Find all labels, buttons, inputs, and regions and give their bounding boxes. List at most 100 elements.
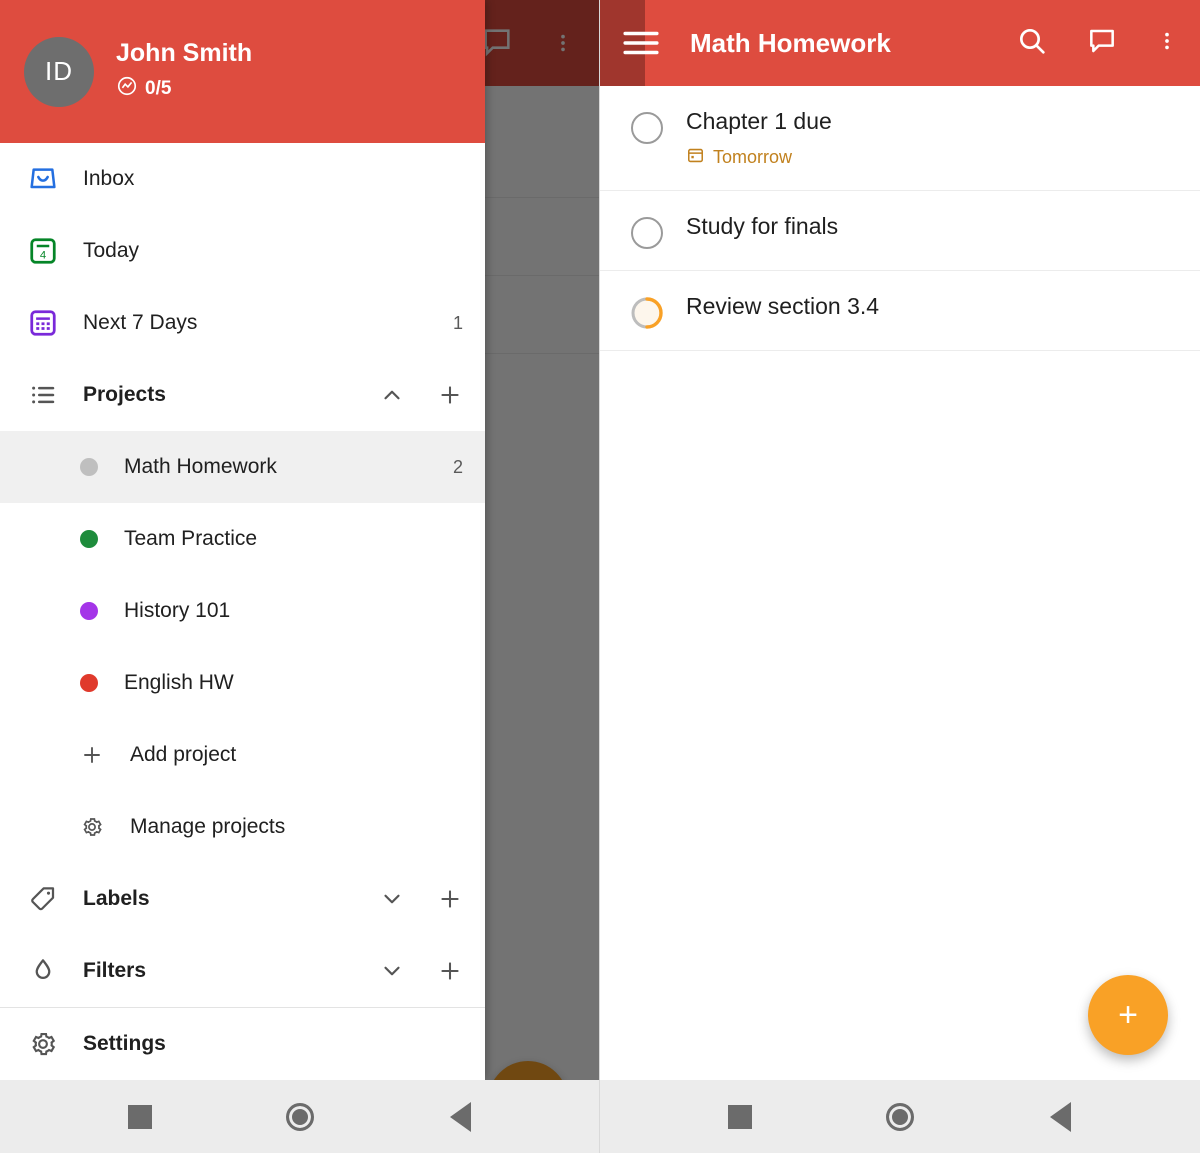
sidebar-item-inbox[interactable]: Inbox — [0, 143, 485, 215]
project-color-dot — [80, 530, 98, 548]
list-icon — [26, 378, 60, 412]
gear-icon — [80, 815, 104, 839]
project-color-dot — [80, 674, 98, 692]
task-checkbox[interactable] — [630, 111, 664, 145]
sidebar-item-settings[interactable]: Settings — [0, 1008, 485, 1080]
sidebar-section-labels[interactable]: Labels — [0, 863, 485, 935]
task-list: Chapter 1 due Tomorrow Study for finals … — [600, 86, 1200, 351]
sidebar-project-history-101[interactable]: History 101 — [0, 575, 485, 647]
inbox-icon — [26, 162, 60, 196]
android-navbar-right — [600, 1080, 1200, 1153]
back-button[interactable] — [980, 1101, 1140, 1132]
plus-icon — [80, 743, 104, 767]
recents-button[interactable] — [660, 1104, 820, 1129]
chevron-down-icon[interactable] — [379, 958, 405, 984]
karma-value: 0/5 — [145, 77, 172, 99]
search-icon[interactable] — [1016, 25, 1048, 62]
sidebar-project-english-hw[interactable]: English HW — [0, 647, 485, 719]
sidebar-item-label: Settings — [83, 1032, 166, 1055]
triangle-back-icon — [449, 1101, 471, 1132]
comment-icon[interactable] — [1086, 25, 1118, 62]
user-name: John Smith — [116, 39, 253, 68]
screen-divider — [599, 0, 600, 1153]
drawer-header[interactable]: ID John Smith 0/5 — [0, 0, 485, 143]
task-body: Review section 3.4 — [686, 293, 1200, 321]
task-due-label: Tomorrow — [713, 147, 793, 168]
task-row[interactable]: Study for finals — [600, 191, 1200, 271]
square-recents-icon — [128, 1104, 152, 1129]
project-color-dot — [80, 602, 98, 620]
task-title: Chapter 1 due — [686, 108, 832, 134]
sidebar-section-label: Projects — [83, 383, 166, 406]
appbar-actions — [1016, 25, 1178, 62]
task-due[interactable]: Tomorrow — [686, 146, 1200, 170]
gear-icon — [26, 1027, 60, 1061]
karma-row[interactable]: 0/5 — [116, 75, 252, 103]
sidebar-section-label: Filters — [83, 959, 147, 982]
sidebar-item-today[interactable]: 4 Today — [0, 215, 485, 287]
droplet-icon — [26, 954, 60, 988]
next7days-calendar-icon — [26, 306, 60, 340]
add-filter-plus-icon[interactable] — [437, 958, 463, 984]
sidebar-item-label: Today — [83, 239, 140, 262]
project-label: Math Homework — [124, 455, 277, 478]
add-label-plus-icon[interactable] — [437, 886, 463, 912]
filters-section-actions — [379, 958, 463, 984]
right-screen: Math Homework Chapter 1 due Tomorrow Stu… — [600, 0, 1200, 1153]
circle-home-icon — [886, 1102, 914, 1131]
sidebar-section-projects[interactable]: Projects — [0, 359, 485, 431]
home-button[interactable] — [820, 1102, 980, 1131]
more-vertical-icon[interactable] — [1156, 25, 1178, 62]
task-checkbox[interactable] — [630, 216, 664, 250]
labels-section-actions — [379, 886, 463, 912]
add-project-plus-icon[interactable] — [437, 382, 463, 408]
sidebar-item-label: Inbox — [83, 167, 135, 190]
sidebar-project-team-practice[interactable]: Team Practice — [0, 503, 485, 575]
avatar-initials: ID — [45, 56, 73, 86]
recents-button[interactable] — [60, 1104, 220, 1129]
add-project-button[interactable]: Add project — [0, 719, 485, 791]
home-button[interactable] — [220, 1102, 380, 1131]
sidebar-item-next-7-days[interactable]: Next 7 Days 1 — [0, 287, 485, 359]
task-row[interactable]: Chapter 1 due Tomorrow — [600, 86, 1200, 191]
tag-icon — [26, 882, 60, 916]
calendar-small-icon — [686, 146, 705, 170]
triangle-back-icon — [1049, 1101, 1071, 1132]
chevron-up-icon[interactable] — [379, 382, 405, 408]
add-project-label: Add project — [130, 743, 237, 766]
app-bar: Math Homework — [600, 0, 1200, 86]
sidebar-section-filters[interactable]: Filters — [0, 935, 485, 1007]
today-calendar-icon: 4 — [26, 234, 60, 268]
user-block: John Smith 0/5 — [116, 40, 252, 103]
task-checkbox-loading[interactable] — [630, 296, 664, 330]
manage-projects-button[interactable]: Manage projects — [0, 791, 485, 863]
project-color-dot — [80, 458, 98, 476]
avatar[interactable]: ID — [24, 36, 94, 107]
plus-icon: + — [1118, 996, 1138, 1034]
project-count: 2 — [452, 456, 463, 477]
drawer-menu: Inbox 4 Today Next 7 Days 1 Projects Mat… — [0, 143, 485, 1007]
task-row[interactable]: Review section 3.4 — [600, 271, 1200, 351]
square-recents-icon — [728, 1104, 752, 1129]
sidebar-section-label: Labels — [83, 887, 150, 910]
task-title: Review section 3.4 — [686, 292, 880, 319]
back-button[interactable] — [380, 1101, 540, 1132]
navigation-drawer: ID John Smith 0/5 Inbox 4 Today Next 7 D… — [0, 0, 485, 1080]
sidebar-project-math-homework[interactable]: Math Homework 2 — [0, 431, 485, 503]
project-label: History 101 — [124, 599, 231, 622]
android-navbar-left — [0, 1080, 600, 1153]
task-title: Study for finals — [686, 212, 839, 239]
svg-text:4: 4 — [40, 250, 46, 262]
drawer-footer: Settings — [0, 1007, 485, 1080]
hamburger-menu-icon[interactable] — [622, 28, 660, 58]
task-body: Study for finals — [686, 213, 1200, 241]
project-label: Team Practice — [124, 527, 258, 550]
projects-section-actions — [379, 382, 463, 408]
page-title: Math Homework — [690, 27, 891, 58]
project-label: English HW — [124, 671, 234, 694]
manage-projects-label: Manage projects — [130, 815, 286, 838]
add-task-fab[interactable]: + — [1088, 975, 1168, 1055]
screenshot-root: + ID John Smith — [0, 0, 1200, 1153]
task-body: Chapter 1 due Tomorrow — [686, 108, 1200, 170]
chevron-down-icon[interactable] — [379, 886, 405, 912]
